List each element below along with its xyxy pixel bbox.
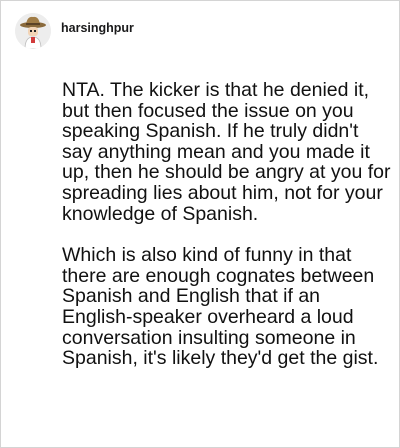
user-avatar[interactable] (15, 13, 51, 49)
comment-paragraph: NTA. The kicker is that he denied it, bu… (62, 79, 391, 225)
comment-header: harsinghpur (15, 13, 134, 49)
comment-body: NTA. The kicker is that he denied it, bu… (62, 80, 392, 369)
username-link[interactable]: harsinghpur (61, 21, 134, 35)
cowboy-avatar-icon (15, 13, 51, 49)
comment-paragraph: Which is also kind of funny in that ther… (62, 244, 379, 370)
comment-card: harsinghpur NTA. The kicker is that he d… (0, 0, 400, 448)
